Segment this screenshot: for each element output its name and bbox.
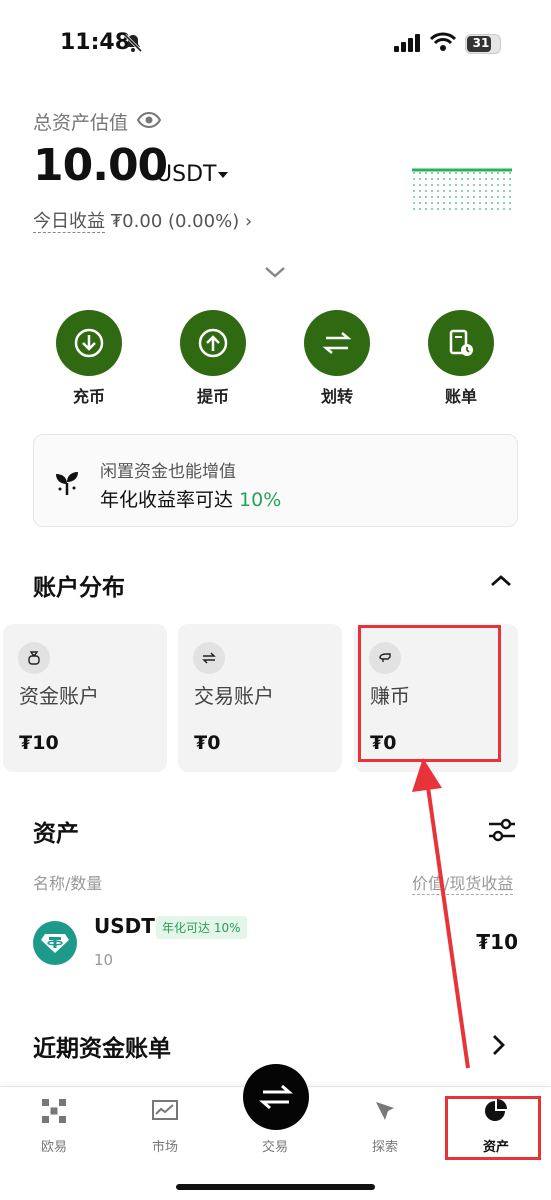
apy-badge[interactable]: 年化可达 10% bbox=[156, 916, 247, 939]
nav-item-okx[interactable]: 欧易 bbox=[14, 1096, 94, 1155]
sprout-icon bbox=[56, 472, 78, 495]
status-bar: 11:48 31 bbox=[0, 0, 551, 90]
market-chart-icon bbox=[152, 1100, 178, 1120]
withdraw-label: 提币 bbox=[196, 387, 229, 406]
assets-page: 11:48 31 总资产估值 10.00 USDT 今日收益 ₮0.00 (0.… bbox=[0, 0, 551, 1200]
total-amount: 10.00 bbox=[33, 140, 168, 191]
caret-down-icon[interactable] bbox=[218, 172, 228, 178]
asset-quantity: 10 bbox=[94, 951, 114, 969]
explore-compass-icon bbox=[376, 1102, 394, 1120]
transfer-label: 划转 bbox=[320, 387, 353, 406]
chevron-right-icon: › bbox=[244, 211, 253, 232]
earn-promo-banner[interactable]: 闲置资金也能增值 年化收益率可达 10% bbox=[33, 434, 518, 527]
cellular-signal-icon bbox=[394, 34, 420, 52]
tether-logo-icon bbox=[33, 921, 77, 965]
battery-icon: 31 bbox=[465, 34, 501, 54]
battery-level: 31 bbox=[472, 36, 490, 50]
home-indicator[interactable] bbox=[176, 1184, 375, 1190]
assets-title: 资产 bbox=[33, 821, 79, 847]
account-distribution-title: 账户分布 bbox=[33, 575, 125, 601]
nav-item-explore[interactable]: 探索 bbox=[345, 1096, 425, 1155]
today-earnings-value: ₮0.00 (0.00%) bbox=[110, 211, 240, 232]
bill-button[interactable]: 账单 bbox=[421, 310, 501, 407]
transfer-button[interactable]: 划转 bbox=[297, 310, 377, 407]
nav-item-market[interactable]: 市场 bbox=[125, 1096, 205, 1155]
chevron-right-icon[interactable] bbox=[489, 1033, 507, 1057]
account-value: ₮10 bbox=[19, 732, 59, 754]
deposit-button[interactable]: 充币 bbox=[49, 310, 129, 407]
nav-label: 市场 bbox=[151, 1140, 178, 1155]
chevron-down-icon[interactable] bbox=[263, 264, 287, 280]
nav-label: 交易 bbox=[261, 1140, 288, 1155]
deposit-label: 充币 bbox=[72, 387, 105, 406]
chevron-up-icon[interactable] bbox=[489, 572, 513, 590]
deposit-icon bbox=[74, 328, 104, 358]
funding-account-card[interactable]: 资金账户 ₮10 bbox=[3, 624, 167, 772]
promo-title-text: 年化收益率可达 bbox=[100, 489, 240, 511]
money-bag-icon bbox=[18, 642, 50, 674]
promo-rate: 10% bbox=[239, 489, 282, 511]
annotation-highlight-assets-tab bbox=[445, 1096, 541, 1160]
transfer-icon bbox=[322, 332, 352, 354]
swap-arrows-icon bbox=[193, 642, 225, 674]
bill-label: 账单 bbox=[444, 387, 477, 406]
today-earnings-label: 今日收益 bbox=[33, 211, 105, 233]
today-earnings[interactable]: 今日收益 ₮0.00 (0.00%) › bbox=[33, 207, 252, 233]
eye-icon[interactable] bbox=[137, 110, 161, 130]
withdraw-icon bbox=[198, 328, 228, 358]
column-name-quantity: 名称/数量 bbox=[33, 874, 103, 893]
nav-label: 探索 bbox=[371, 1140, 398, 1155]
account-value: ₮0 bbox=[194, 732, 221, 754]
annotation-highlight-earn bbox=[358, 625, 501, 762]
annotation-arrow bbox=[412, 758, 470, 1069]
account-name: 交易账户 bbox=[194, 684, 274, 708]
trading-account-card[interactable]: 交易账户 ₮0 bbox=[178, 624, 342, 772]
filter-sliders-icon[interactable] bbox=[487, 816, 517, 844]
balance-sparkline bbox=[412, 168, 512, 211]
recent-bills-title[interactable]: 近期资金账单 bbox=[33, 1029, 171, 1063]
account-name: 资金账户 bbox=[19, 684, 99, 708]
currency-selector[interactable]: USDT bbox=[156, 162, 216, 187]
asset-value: ₮10 bbox=[476, 930, 518, 954]
wifi-icon bbox=[430, 32, 456, 51]
nav-item-trade[interactable]: 交易 bbox=[235, 1096, 315, 1155]
total-assets-label: 总资产估值 bbox=[33, 112, 129, 134]
muted-bell-icon bbox=[123, 33, 143, 53]
withdraw-button[interactable]: 提币 bbox=[173, 310, 253, 407]
asset-symbol: USDT bbox=[94, 914, 155, 938]
okx-logo-icon bbox=[42, 1099, 66, 1123]
promo-subtitle: 闲置资金也能增值 bbox=[100, 462, 236, 482]
bill-icon bbox=[449, 329, 473, 356]
nav-label: 欧易 bbox=[40, 1140, 67, 1155]
promo-title: 年化收益率可达 10% bbox=[100, 485, 281, 512]
status-time: 11:48 bbox=[60, 30, 131, 55]
